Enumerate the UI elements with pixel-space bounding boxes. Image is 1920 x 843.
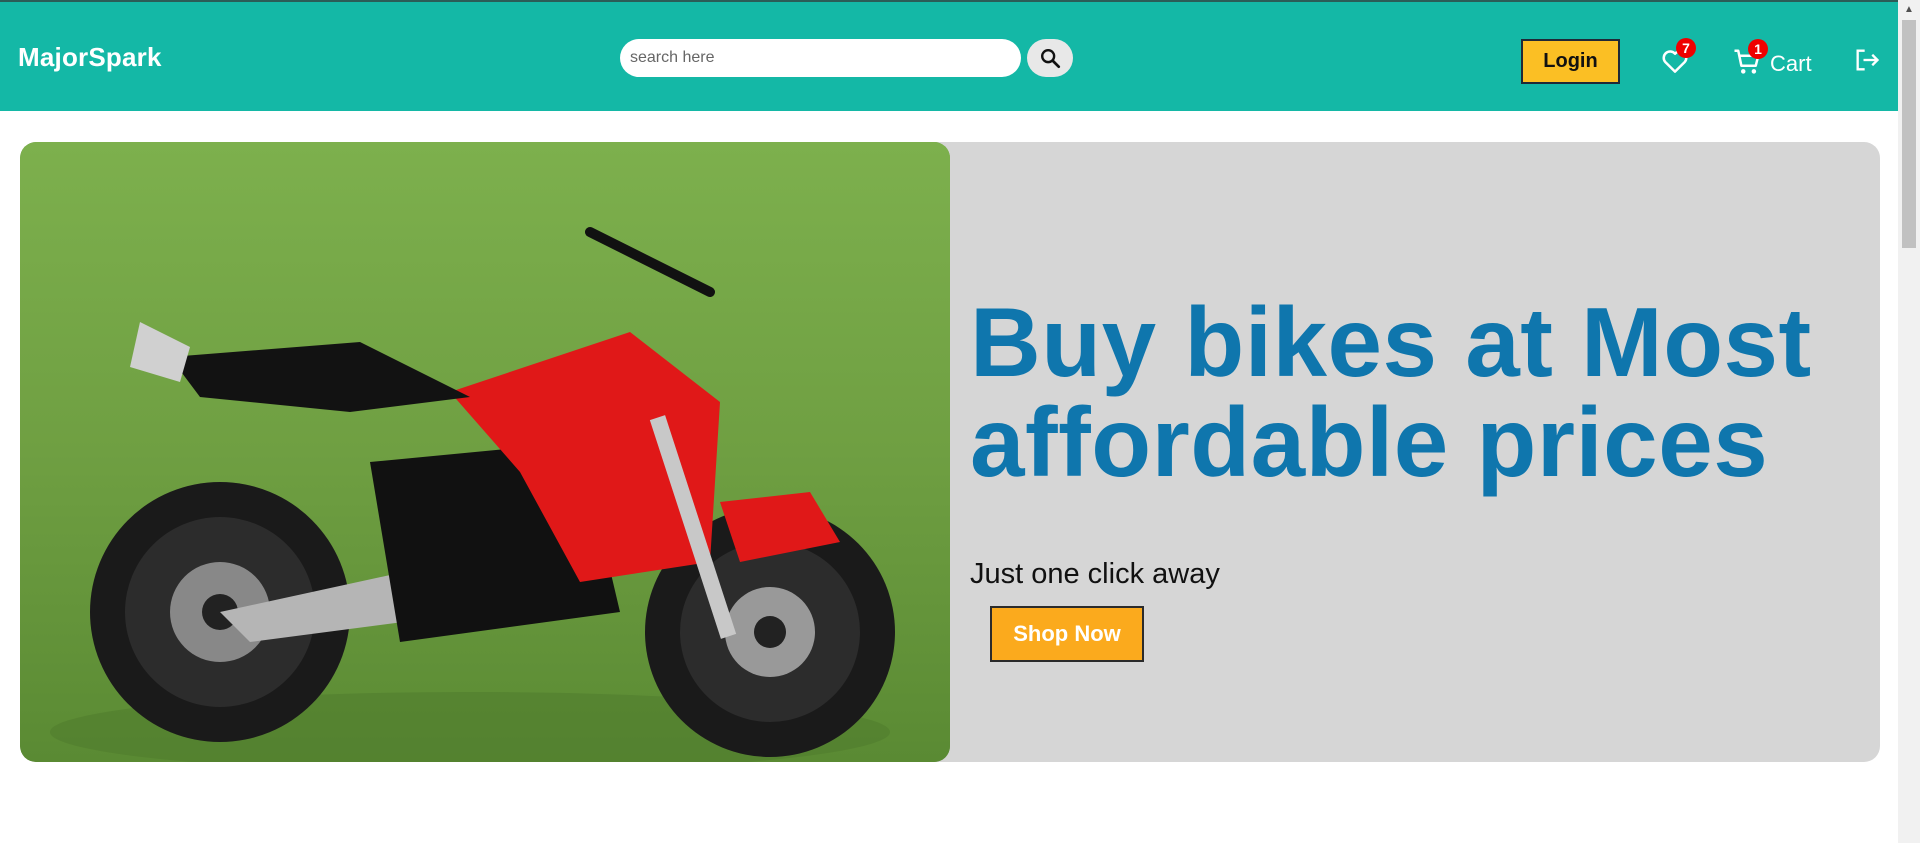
- cart-button[interactable]: 1 Cart: [1732, 39, 1812, 78]
- scroll-thumb[interactable]: [1902, 20, 1916, 248]
- wishlist-button[interactable]: 7: [1660, 38, 1696, 76]
- hero-headline: Buy bikes at Most affordable prices: [970, 292, 1870, 492]
- cart-label: Cart: [1770, 51, 1812, 76]
- page-scrollbar[interactable]: ▲: [1898, 0, 1920, 843]
- motorcycle-illustration: [20, 142, 950, 762]
- search-input[interactable]: [620, 39, 1021, 77]
- hero-motorcycle-image: [20, 142, 950, 762]
- wishlist-count-badge: 7: [1676, 38, 1696, 58]
- hero-subline: Just one click away: [970, 558, 1220, 590]
- shop-now-button[interactable]: Shop Now: [990, 606, 1144, 662]
- search-icon: [1041, 49, 1061, 69]
- hero-text-block: Buy bikes at Most affordable prices Just…: [970, 292, 1870, 591]
- hero-headline-line2: affordable prices: [970, 387, 1769, 497]
- logout-button[interactable]: [1853, 46, 1883, 76]
- cart-count-badge: 1: [1748, 39, 1768, 59]
- navbar: MajorSpark Login 7: [0, 0, 1898, 111]
- login-button[interactable]: Login: [1521, 39, 1620, 84]
- brand-logo[interactable]: MajorSpark: [18, 42, 162, 73]
- logout-icon: [1856, 49, 1880, 71]
- page: MajorSpark Login 7: [0, 0, 1920, 843]
- hero-headline-line1: Buy bikes at Most: [970, 287, 1812, 397]
- cart-icon-wrap: 1: [1732, 39, 1768, 77]
- search-bar: [620, 39, 1073, 77]
- search-button[interactable]: [1027, 39, 1073, 77]
- hero-banner: Buy bikes at Most affordable prices Just…: [20, 142, 1880, 762]
- scroll-up-arrow[interactable]: ▲: [1898, 0, 1920, 18]
